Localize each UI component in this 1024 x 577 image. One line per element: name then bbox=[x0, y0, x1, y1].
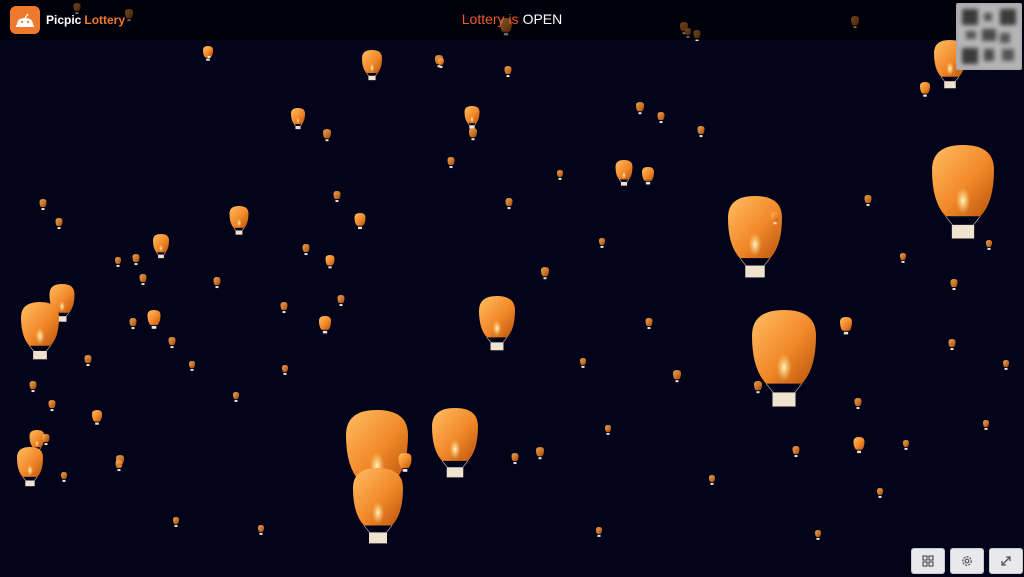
sky-lantern bbox=[84, 355, 92, 367]
sky-lantern bbox=[580, 358, 586, 368]
sky-lantern bbox=[504, 66, 512, 78]
sky-lantern bbox=[596, 527, 602, 537]
sky-lantern bbox=[645, 318, 653, 330]
sky-lantern bbox=[464, 106, 480, 129]
sky-lantern bbox=[115, 460, 123, 472]
sky-lantern bbox=[673, 370, 681, 383]
sky-lantern bbox=[42, 434, 50, 446]
sky-lantern bbox=[983, 420, 989, 430]
sky-lantern bbox=[557, 170, 563, 180]
sky-lantern bbox=[709, 475, 715, 485]
sky-lantern bbox=[258, 525, 264, 535]
sky-lantern bbox=[233, 392, 239, 402]
sky-lantern bbox=[697, 126, 705, 138]
sky-lantern bbox=[189, 361, 195, 371]
sky-lantern bbox=[447, 157, 455, 169]
settings-button[interactable] bbox=[950, 548, 984, 574]
sky-lantern bbox=[48, 400, 56, 412]
sky-lantern bbox=[815, 530, 821, 540]
sky-lantern bbox=[536, 447, 544, 460]
sky-lantern bbox=[333, 191, 341, 203]
sky-lantern bbox=[950, 279, 958, 291]
sky-lantern bbox=[21, 302, 59, 360]
sky-lantern bbox=[903, 440, 909, 450]
sky-lantern bbox=[337, 295, 345, 307]
top-bar: Picpic Lottery Lottery is OPEN bbox=[0, 0, 1024, 40]
grid-icon bbox=[922, 555, 934, 567]
sky-lantern bbox=[132, 254, 140, 266]
sky-lantern bbox=[280, 302, 288, 314]
sky-lantern bbox=[173, 517, 179, 527]
sky-lantern bbox=[362, 50, 382, 81]
sky-lantern bbox=[728, 196, 782, 278]
lantern-field bbox=[17, 3, 1009, 544]
sky-lantern bbox=[932, 145, 994, 239]
sky-lantern bbox=[948, 339, 956, 351]
sky-lantern bbox=[29, 381, 37, 393]
sky-lantern bbox=[792, 446, 800, 458]
gear-icon bbox=[962, 556, 972, 566]
sky-lantern bbox=[864, 195, 872, 207]
sky-lantern bbox=[615, 160, 633, 186]
status-label: Lottery is bbox=[461, 11, 519, 27]
sky-lantern bbox=[55, 218, 63, 230]
lantern-stage: Picpic Lottery Lottery is OPEN bbox=[0, 0, 1024, 577]
sky-lantern bbox=[353, 468, 403, 544]
sky-lantern bbox=[479, 296, 515, 351]
qr-code bbox=[956, 3, 1022, 70]
sky-lantern bbox=[168, 337, 176, 349]
lottery-status: Lottery is OPEN bbox=[0, 11, 1024, 27]
sky-lantern bbox=[129, 318, 137, 330]
sky-lantern bbox=[605, 425, 611, 435]
sky-lantern bbox=[302, 244, 310, 256]
sky-lantern bbox=[17, 447, 43, 487]
sky-lantern bbox=[432, 408, 478, 478]
sky-lantern bbox=[229, 206, 249, 235]
sky-lantern bbox=[291, 108, 305, 130]
fullscreen-button[interactable] bbox=[989, 548, 1023, 574]
sky-lantern bbox=[1003, 360, 1009, 370]
sky-lantern bbox=[213, 277, 221, 289]
sky-lantern bbox=[636, 102, 644, 115]
sky-lantern bbox=[153, 234, 169, 259]
sky-lantern bbox=[323, 129, 331, 142]
sky-lantern bbox=[61, 472, 67, 482]
sky-lantern bbox=[147, 310, 161, 329]
sky-lantern bbox=[319, 316, 331, 334]
sky-lantern bbox=[986, 240, 992, 250]
status-state: OPEN bbox=[522, 11, 563, 27]
sky-lantern bbox=[39, 199, 47, 211]
sky-lantern bbox=[920, 82, 930, 97]
sky-lantern bbox=[354, 213, 366, 230]
expand-icon bbox=[1001, 556, 1011, 566]
sky-lantern bbox=[115, 257, 121, 267]
sky-lantern bbox=[92, 410, 102, 425]
sky-lantern bbox=[877, 488, 883, 498]
sky-lantern bbox=[505, 198, 513, 210]
sky-lantern bbox=[900, 253, 906, 263]
sky-lantern bbox=[511, 453, 519, 465]
sky-lantern bbox=[469, 128, 477, 141]
sky-lantern bbox=[642, 167, 654, 185]
sky-lantern bbox=[657, 112, 665, 124]
sky-lantern bbox=[840, 317, 852, 335]
qr-code-image bbox=[956, 3, 1022, 70]
grid-button[interactable] bbox=[911, 548, 945, 574]
sky-lantern bbox=[541, 267, 549, 280]
sky-lantern bbox=[854, 398, 862, 410]
sky-lantern bbox=[599, 238, 605, 248]
sky-lantern bbox=[325, 255, 335, 269]
sky-lantern bbox=[282, 365, 288, 375]
sky-lantern bbox=[752, 310, 816, 407]
sky-lantern bbox=[853, 437, 865, 454]
sky-lantern bbox=[139, 274, 147, 286]
sky-lantern bbox=[754, 381, 762, 394]
